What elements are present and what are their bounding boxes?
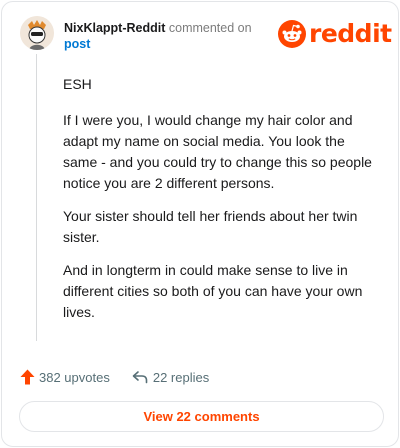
reply-arrow-icon (132, 371, 148, 384)
reddit-snoo-icon (278, 20, 306, 48)
comment-card: NixKlappt-Reddit commented on post reddi… (1, 1, 399, 447)
comment-header: NixKlappt-Reddit commented on post (64, 20, 252, 52)
view-comments-button[interactable]: View 22 comments (19, 401, 384, 432)
post-link[interactable]: post (64, 36, 252, 52)
username[interactable]: NixKlappt-Reddit (64, 21, 165, 35)
reddit-logo[interactable]: reddit (278, 19, 392, 49)
upvote-count: 382 upvotes (39, 369, 110, 385)
comment-paragraph: And in longterm in could make sense to l… (63, 262, 363, 320)
commented-on-label: commented on (168, 21, 252, 35)
comment-body: ESH If I were you, I would change my hai… (63, 74, 381, 335)
upvote-arrow-icon (20, 369, 35, 385)
thread-line[interactable] (36, 54, 37, 341)
comment-paragraph: If I were you, I would change my hair co… (63, 112, 372, 191)
comment-paragraph: ESH (63, 76, 92, 92)
upvote-button[interactable]: 382 upvotes (20, 369, 110, 385)
user-avatar[interactable] (20, 16, 54, 50)
reddit-wordmark: reddit (309, 19, 392, 48)
comment-paragraph: Your sister should tell her friends abou… (63, 208, 358, 245)
replies-count: 22 replies (152, 369, 210, 385)
replies-button[interactable]: 22 replies (132, 370, 209, 385)
comment-actions: 382 upvotes 22 replies (20, 367, 209, 387)
